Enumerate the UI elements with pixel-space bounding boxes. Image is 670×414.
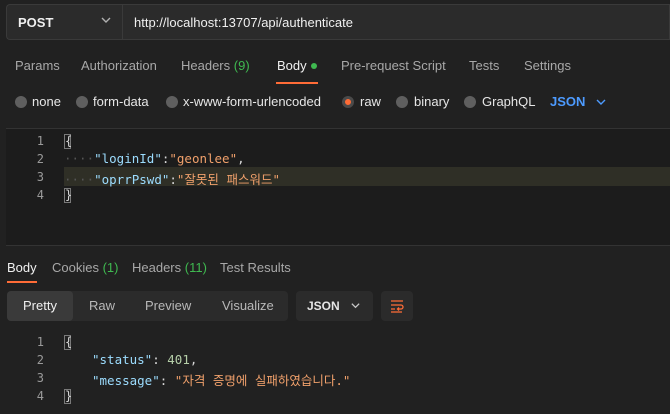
tab-authorization[interactable]: Authorization <box>81 58 157 73</box>
chevron-down-icon <box>101 17 111 23</box>
code-line: ····"oprrPswd":"잘못된 패스워드" <box>64 172 280 187</box>
tab-label: Settings <box>524 58 571 73</box>
radio-label-binary[interactable]: binary <box>414 94 449 109</box>
radio-form-data[interactable] <box>76 96 88 108</box>
code-line: ····"loginId":"geonlee", <box>64 151 245 166</box>
indent-dots: ···· <box>64 172 95 187</box>
indent-dots: ···· <box>64 151 95 166</box>
code-line: "status": 401, <box>92 352 198 367</box>
line-number: 2 <box>36 152 44 166</box>
modified-dot-icon <box>311 63 317 69</box>
line-number: 3 <box>36 371 44 385</box>
tab-label: Tests <box>469 58 500 73</box>
tab-headers[interactable]: Headers (9) <box>181 58 250 73</box>
tab-label: Cookies <box>52 260 99 275</box>
close-brace: } <box>64 389 73 404</box>
tab-label: Authorization <box>81 58 157 73</box>
radio-label-none[interactable]: none <box>32 94 61 109</box>
json-key: "message" <box>92 373 160 388</box>
response-tab-test-results[interactable]: Test Results <box>220 260 291 275</box>
tab-label: Headers <box>181 58 231 73</box>
radio-label-raw[interactable]: raw <box>360 94 381 109</box>
response-tab-body[interactable]: Body <box>7 260 37 275</box>
json-key: "oprrPswd" <box>94 172 170 187</box>
radio-label-graphql[interactable]: GraphQL <box>482 94 535 109</box>
line-number: 1 <box>36 335 44 349</box>
line-number: 2 <box>36 353 44 367</box>
json-value: "자격 증명에 실패하였습니다." <box>174 373 351 388</box>
tab-label: Test Results <box>220 260 291 275</box>
view-preview-button[interactable]: Preview <box>145 298 191 313</box>
tab-count: (9) <box>233 58 250 73</box>
tab-count: (11) <box>184 260 207 275</box>
open-brace: { <box>64 134 73 149</box>
json-key: "status" <box>92 352 153 367</box>
wrap-lines-icon <box>391 300 404 313</box>
tab-pre-request-script[interactable]: Pre-request Script <box>341 58 446 73</box>
tab-body[interactable]: Body <box>277 58 307 73</box>
radio-raw[interactable] <box>342 96 354 108</box>
radio-x-www-form-urlencoded[interactable] <box>166 96 178 108</box>
view-pretty-button[interactable]: Pretty <box>23 298 57 313</box>
response-format-label: JSON <box>307 299 340 313</box>
tab-label: Body <box>277 58 307 73</box>
active-tab-indicator <box>7 281 37 283</box>
tab-label: Body <box>7 260 37 275</box>
tab-label: Params <box>15 58 60 73</box>
tab-settings[interactable]: Settings <box>524 58 571 73</box>
response-tab-headers[interactable]: Headers (11) <box>132 260 207 275</box>
view-visualize-button[interactable]: Visualize <box>222 298 274 313</box>
line-number: 4 <box>36 389 44 403</box>
radio-label-urlencoded[interactable]: x-www-form-urlencoded <box>183 94 321 109</box>
line-number: 4 <box>36 188 44 202</box>
radio-label-form-data[interactable]: form-data <box>93 94 149 109</box>
close-brace: } <box>64 188 73 203</box>
view-raw-button[interactable]: Raw <box>89 298 115 313</box>
line-number: 3 <box>36 170 44 184</box>
radio-binary[interactable] <box>396 96 408 108</box>
tab-tests[interactable]: Tests <box>469 58 499 73</box>
json-value: "geonlee" <box>169 151 238 166</box>
json-key: "loginId" <box>94 151 162 166</box>
tab-label: Headers <box>132 260 182 275</box>
url-input[interactable] <box>122 4 670 40</box>
body-format-select[interactable]: JSON <box>550 94 585 109</box>
tab-params[interactable]: Params <box>15 58 60 73</box>
tab-label: Pre-request Script <box>341 58 446 73</box>
code-line: "message": "자격 증명에 실패하였습니다." <box>92 373 351 388</box>
open-brace: { <box>64 335 73 350</box>
method-label: POST <box>18 15 54 30</box>
json-value: 401 <box>167 352 190 367</box>
json-value: "잘못된 패스워드" <box>176 172 280 187</box>
active-tab-indicator <box>276 82 318 84</box>
radio-graphql[interactable] <box>464 96 476 108</box>
response-tab-cookies[interactable]: Cookies (1) <box>52 260 118 275</box>
chevron-down-icon[interactable] <box>595 96 607 108</box>
chevron-down-icon <box>351 303 360 309</box>
tab-count: (1) <box>102 260 119 275</box>
radio-none[interactable] <box>15 96 27 108</box>
line-number: 1 <box>36 134 44 148</box>
